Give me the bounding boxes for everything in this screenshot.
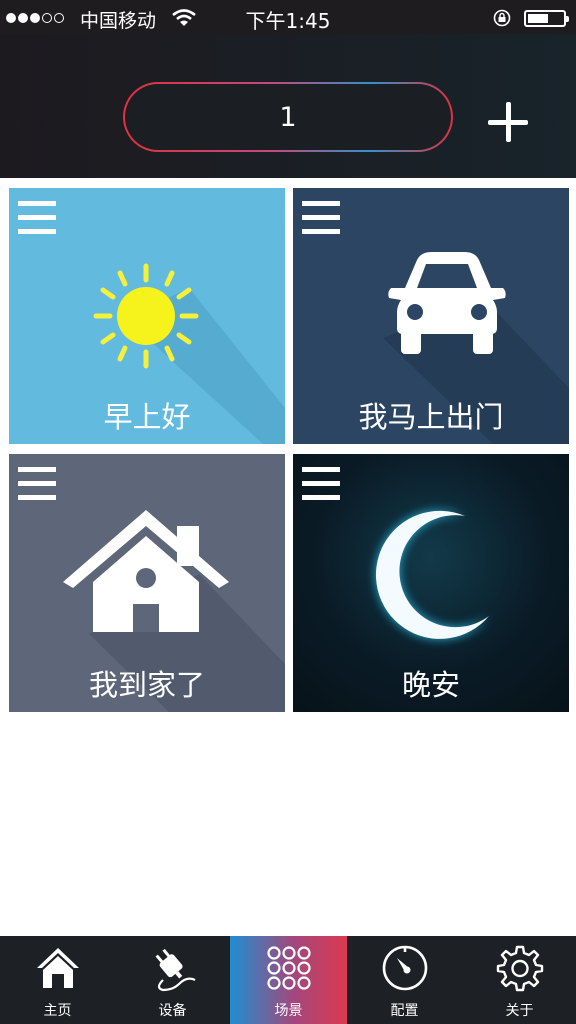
header: 1 xyxy=(0,34,576,178)
battery-icon xyxy=(524,10,569,27)
add-scene-button[interactable] xyxy=(486,100,530,144)
tile-label: 我马上出门 xyxy=(358,400,504,434)
tab-scenes[interactable]: 场景 xyxy=(230,936,347,1024)
tab-label: 关于 xyxy=(505,1003,534,1019)
gear-icon xyxy=(496,945,543,992)
tab-label: 配置 xyxy=(390,1003,419,1019)
tile-menu-icon[interactable] xyxy=(302,464,340,504)
tile-label: 我到家了 xyxy=(88,668,205,702)
tab-config[interactable]: 配置 xyxy=(347,936,462,1024)
tile-label: 早上好 xyxy=(103,400,191,434)
scene-selector-value: 1 xyxy=(125,84,451,150)
status-time: 下午1:45 xyxy=(245,9,331,33)
tile-menu-icon[interactable] xyxy=(18,198,56,238)
scene-selector[interactable]: 1 xyxy=(123,82,453,152)
status-bar: 中国移动 下午1:45 xyxy=(0,0,576,34)
timer-dial-icon xyxy=(382,945,427,991)
tab-label: 场景 xyxy=(274,1003,303,1019)
tab-home[interactable]: 主页 xyxy=(0,936,115,1024)
scene-tile-good-morning[interactable]: 早上好 xyxy=(9,188,285,444)
tile-menu-icon[interactable] xyxy=(18,464,56,504)
tab-bar: 主页 设备 场景 配置 关于 xyxy=(0,936,576,1024)
scene-tile-going-out[interactable]: 我马上出门 xyxy=(293,188,569,444)
tile-label: 晚安 xyxy=(401,668,460,702)
grid-dots-icon xyxy=(266,946,311,990)
tab-label: 主页 xyxy=(43,1003,72,1019)
scene-tile-good-night[interactable]: 晚安 xyxy=(293,454,569,712)
rotation-lock-icon xyxy=(493,9,511,27)
plug-icon xyxy=(155,948,195,992)
tile-menu-icon[interactable] xyxy=(302,198,340,238)
tab-label: 设备 xyxy=(158,1003,187,1019)
tab-devices[interactable]: 设备 xyxy=(115,936,230,1024)
scene-tile-home[interactable]: 我到家了 xyxy=(9,454,285,712)
tab-about[interactable]: 关于 xyxy=(462,936,576,1024)
home-icon xyxy=(36,948,79,988)
